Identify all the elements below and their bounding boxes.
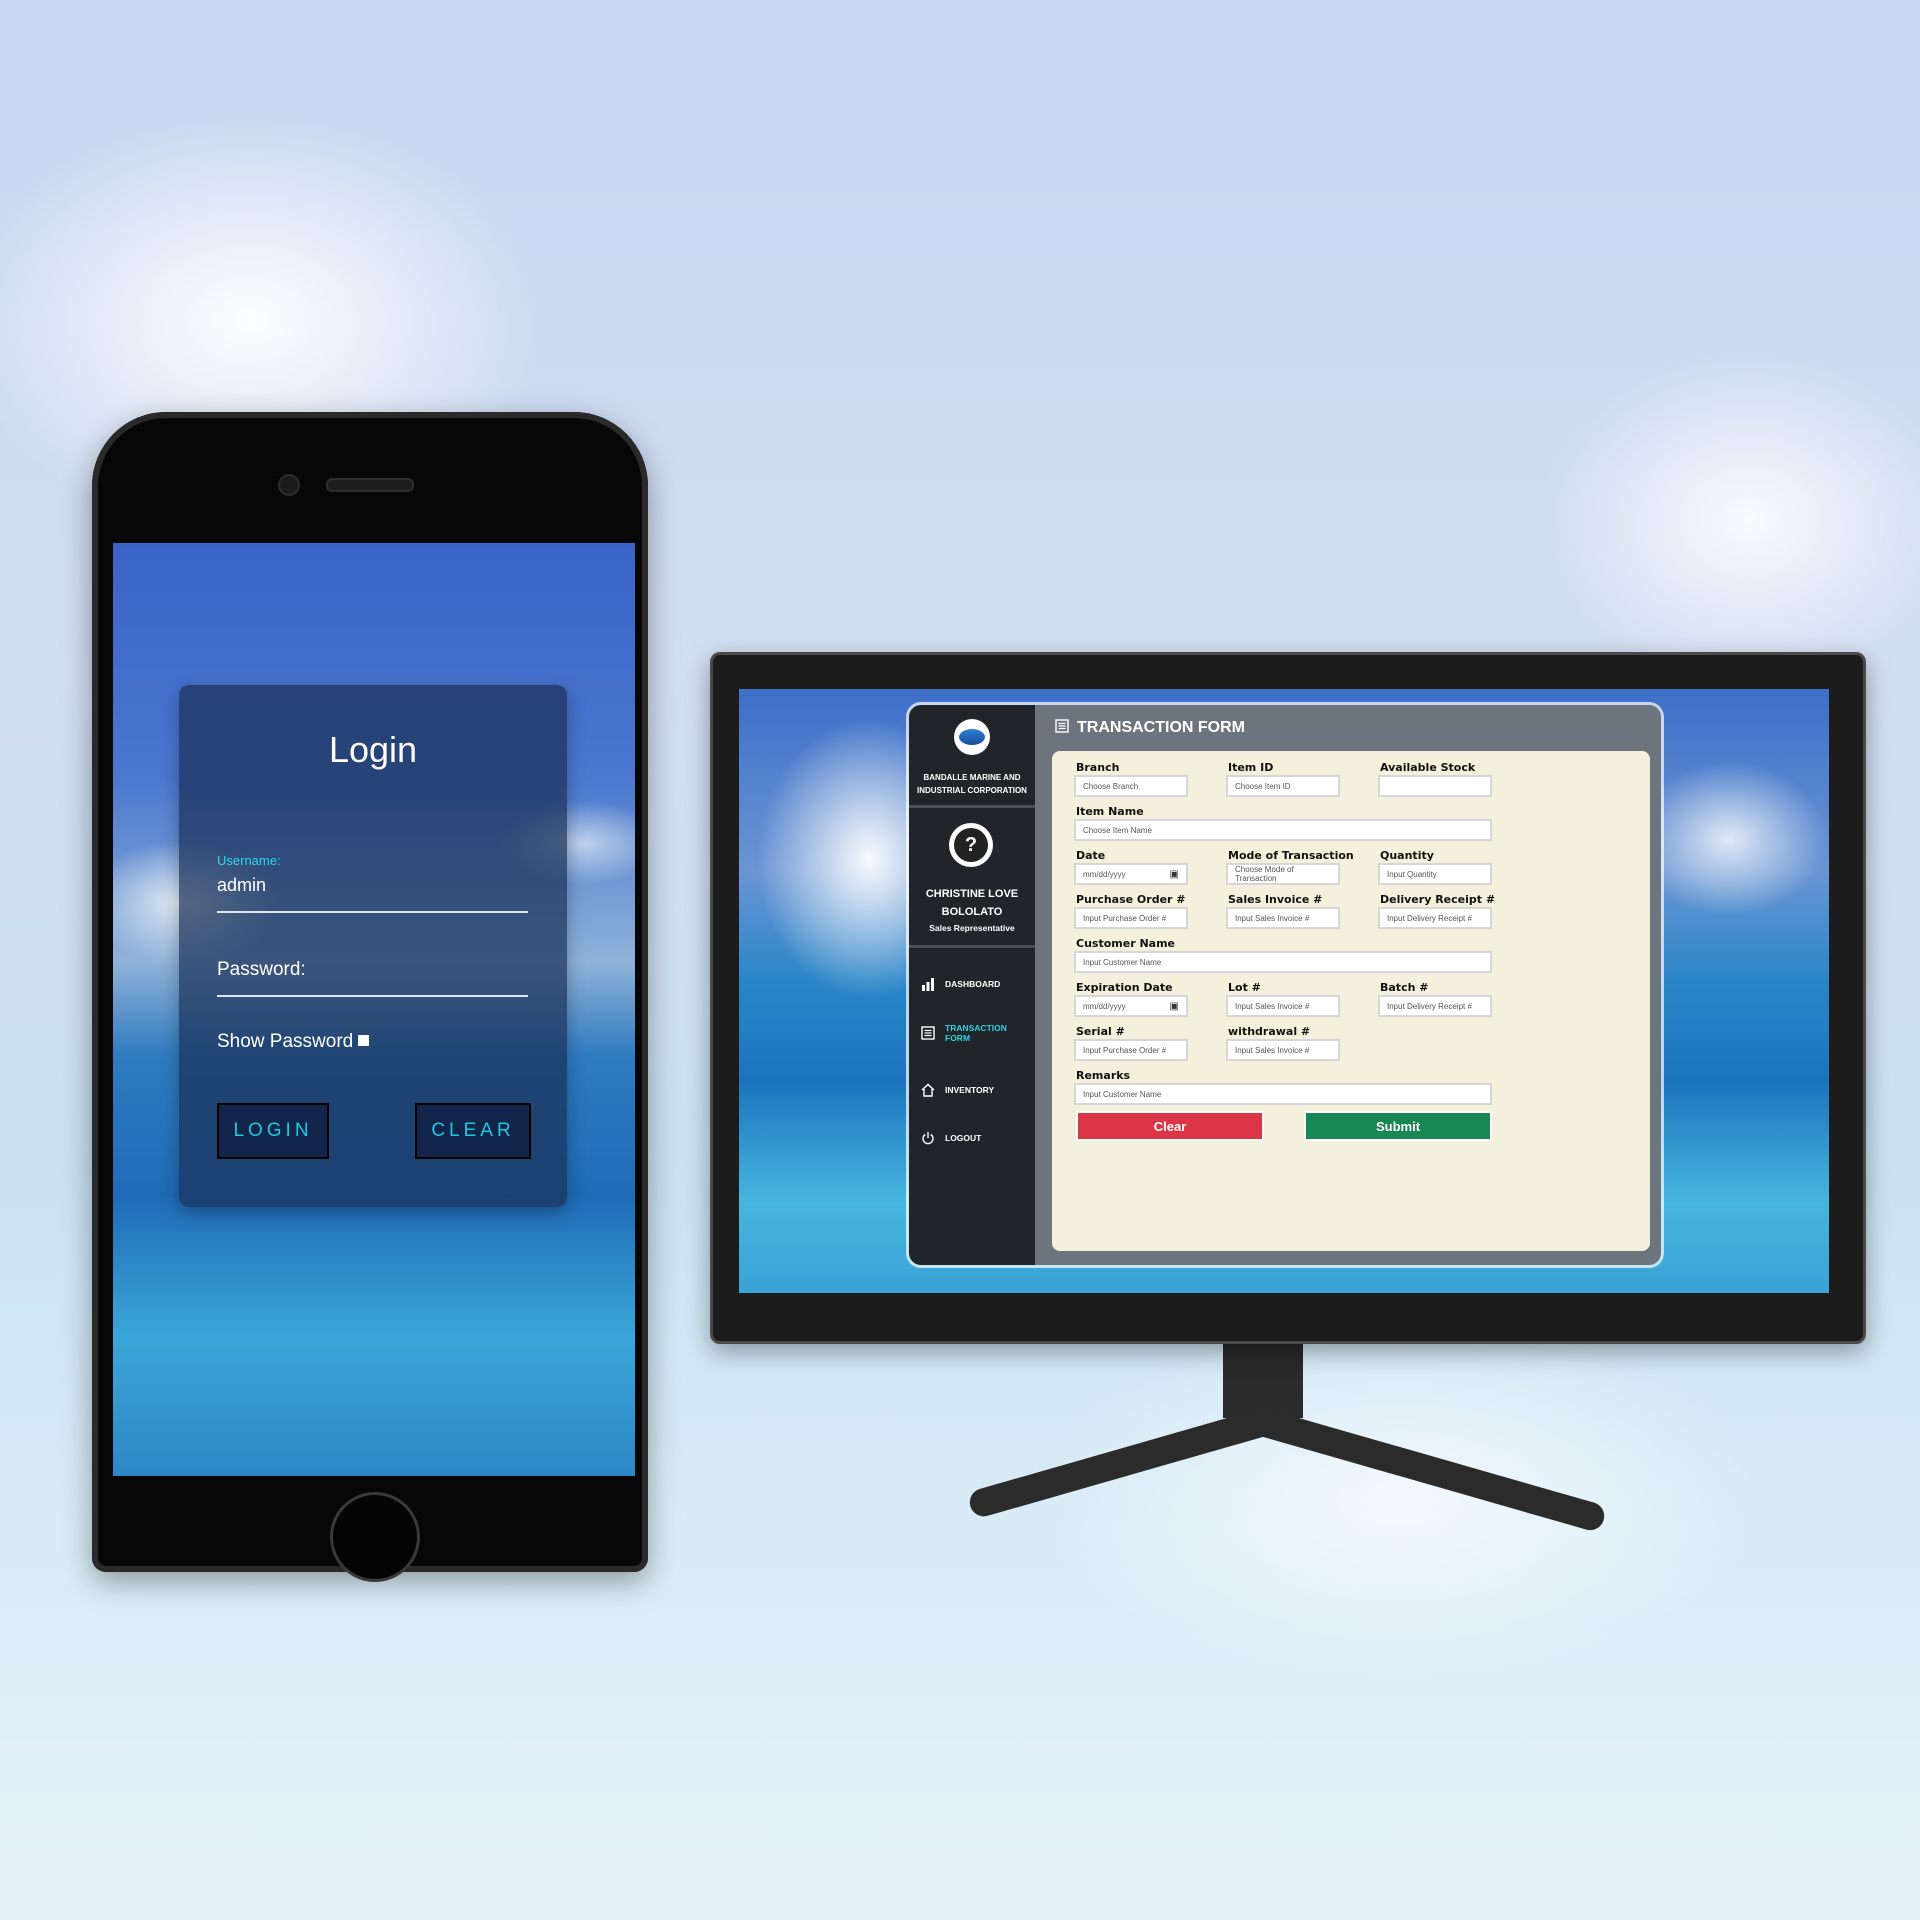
clear-button[interactable]: Clear	[1076, 1111, 1264, 1141]
lot-label: Lot #	[1228, 981, 1261, 994]
mode-select[interactable]: Choose Mode of Transaction	[1226, 863, 1340, 885]
batch-input[interactable]: Input Delivery Receipt #	[1378, 995, 1492, 1017]
form-icon	[919, 1024, 937, 1042]
customer-name-label: Customer Name	[1076, 937, 1175, 950]
sidebar-divider	[909, 805, 1035, 808]
sidebar-item-logout[interactable]: LOGOUT	[919, 1129, 1031, 1147]
page-title-text: TRANSACTION FORM	[1077, 719, 1245, 736]
item-name-select[interactable]: Choose Item Name	[1074, 819, 1492, 841]
branch-label: Branch	[1076, 761, 1120, 774]
company-logo	[954, 719, 990, 755]
sidebar-item-label: LOGOUT	[945, 1133, 982, 1143]
lot-input[interactable]: Input Sales Invoice #	[1226, 995, 1340, 1017]
item-id-label: Item ID	[1228, 761, 1274, 774]
username-label: Username:	[217, 853, 281, 868]
transaction-app: BANDALLE MARINE AND INDUSTRIAL CORPORATI…	[909, 705, 1661, 1265]
branch-select[interactable]: Choose Branch	[1074, 775, 1188, 797]
login-card: Login Username: admin Password: Show Pas…	[179, 685, 567, 1207]
user-name: CHRISTINE LOVE BOLOLATO	[925, 888, 1019, 918]
camera-icon	[278, 474, 300, 496]
purchase-order-label: Purchase Order #	[1076, 893, 1186, 906]
show-password-toggle[interactable]: Show Password	[217, 1031, 370, 1053]
bar-chart-icon	[919, 975, 937, 993]
sales-invoice-label: Sales Invoice #	[1228, 893, 1323, 906]
password-underline	[217, 995, 528, 997]
avatar: ?	[949, 823, 993, 867]
show-password-label: Show Password	[217, 1031, 354, 1052]
serial-input[interactable]: Input Purchase Order #	[1074, 1039, 1188, 1061]
withdrawal-label: withdrawal #	[1228, 1025, 1311, 1038]
calendar-icon[interactable]: ▣	[1170, 1001, 1179, 1012]
item-id-select[interactable]: Choose Item ID	[1226, 775, 1340, 797]
available-stock-field[interactable]	[1378, 775, 1492, 797]
monitor-screen: BANDALLE MARINE AND INDUSTRIAL CORPORATI…	[739, 689, 1829, 1293]
customer-name-input[interactable]: Input Customer Name	[1074, 951, 1492, 973]
sidebar-item-inventory[interactable]: INVENTORY	[919, 1081, 1031, 1099]
withdrawal-input[interactable]: Input Sales Invoice #	[1226, 1039, 1340, 1061]
date-input[interactable]: mm/dd/yyyy ▣	[1074, 863, 1188, 885]
item-name-label: Item Name	[1076, 805, 1144, 818]
monitor-stand-left	[966, 1404, 1282, 1520]
monitor-neck	[1223, 1338, 1303, 1418]
login-button[interactable]: LOGIN	[217, 1103, 329, 1159]
sales-invoice-input[interactable]: Input Sales Invoice #	[1226, 907, 1340, 929]
remarks-label: Remarks	[1076, 1069, 1131, 1082]
submit-button[interactable]: Submit	[1304, 1111, 1492, 1141]
sidebar-divider	[909, 945, 1035, 948]
form-icon	[1055, 719, 1069, 737]
login-title: Login	[328, 729, 418, 770]
user-silhouette-icon: ?	[954, 828, 988, 862]
sidebar-item-label: INVENTORY	[945, 1085, 995, 1095]
home-button	[330, 1492, 420, 1582]
expiration-date-label: Expiration Date	[1076, 981, 1173, 994]
password-input[interactable]: Password:	[217, 959, 306, 981]
expiration-date-input[interactable]: mm/dd/yyyy ▣	[1074, 995, 1188, 1017]
username-underline	[217, 911, 528, 913]
purchase-order-input[interactable]: Input Purchase Order #	[1074, 907, 1188, 929]
username-input[interactable]: admin	[217, 875, 266, 896]
quantity-input[interactable]: Input Quantity	[1378, 863, 1492, 885]
company-name: BANDALLE MARINE AND INDUSTRIAL CORPORATI…	[917, 773, 1027, 795]
power-icon	[919, 1129, 937, 1147]
show-password-checkbox[interactable]	[358, 1035, 370, 1046]
delivery-receipt-label: Delivery Receipt #	[1380, 893, 1496, 906]
date-label: Date	[1076, 849, 1106, 862]
phone-screen: Login Username: admin Password: Show Pas…	[113, 543, 635, 1476]
clear-login-button[interactable]: CLEAR	[415, 1103, 531, 1159]
quantity-label: Quantity	[1380, 849, 1434, 862]
sidebar-item-transaction-form[interactable]: TRANSACTION FORM	[919, 1023, 1031, 1043]
page-title: TRANSACTION FORM	[1055, 719, 1245, 737]
speaker-grille	[326, 478, 414, 492]
monitor-stand-right	[1244, 1404, 1608, 1534]
user-role: Sales Representative	[929, 923, 1015, 933]
calendar-icon[interactable]: ▣	[1170, 869, 1179, 880]
phone-mockup: Login Username: admin Password: Show Pas…	[92, 412, 648, 1582]
transaction-form: Branch Choose Branch Item ID Choose Item…	[1052, 751, 1650, 1251]
sidebar-item-label: TRANSACTION FORM	[945, 1023, 1007, 1043]
serial-label: Serial #	[1076, 1025, 1125, 1038]
home-icon	[919, 1081, 937, 1099]
delivery-receipt-input[interactable]: Input Delivery Receipt #	[1378, 907, 1492, 929]
sidebar-item-dashboard[interactable]: DASHBOARD	[919, 975, 1031, 993]
sidebar-item-label: DASHBOARD	[945, 979, 1001, 989]
available-stock-label: Available Stock	[1380, 761, 1476, 774]
monitor-mockup: BANDALLE MARINE AND INDUSTRIAL CORPORATI…	[710, 652, 1866, 1344]
mode-label: Mode of Transaction	[1228, 849, 1354, 862]
remarks-input[interactable]: Input Customer Name	[1074, 1083, 1492, 1105]
batch-label: Batch #	[1380, 981, 1429, 994]
sidebar: BANDALLE MARINE AND INDUSTRIAL CORPORATI…	[909, 705, 1035, 1265]
